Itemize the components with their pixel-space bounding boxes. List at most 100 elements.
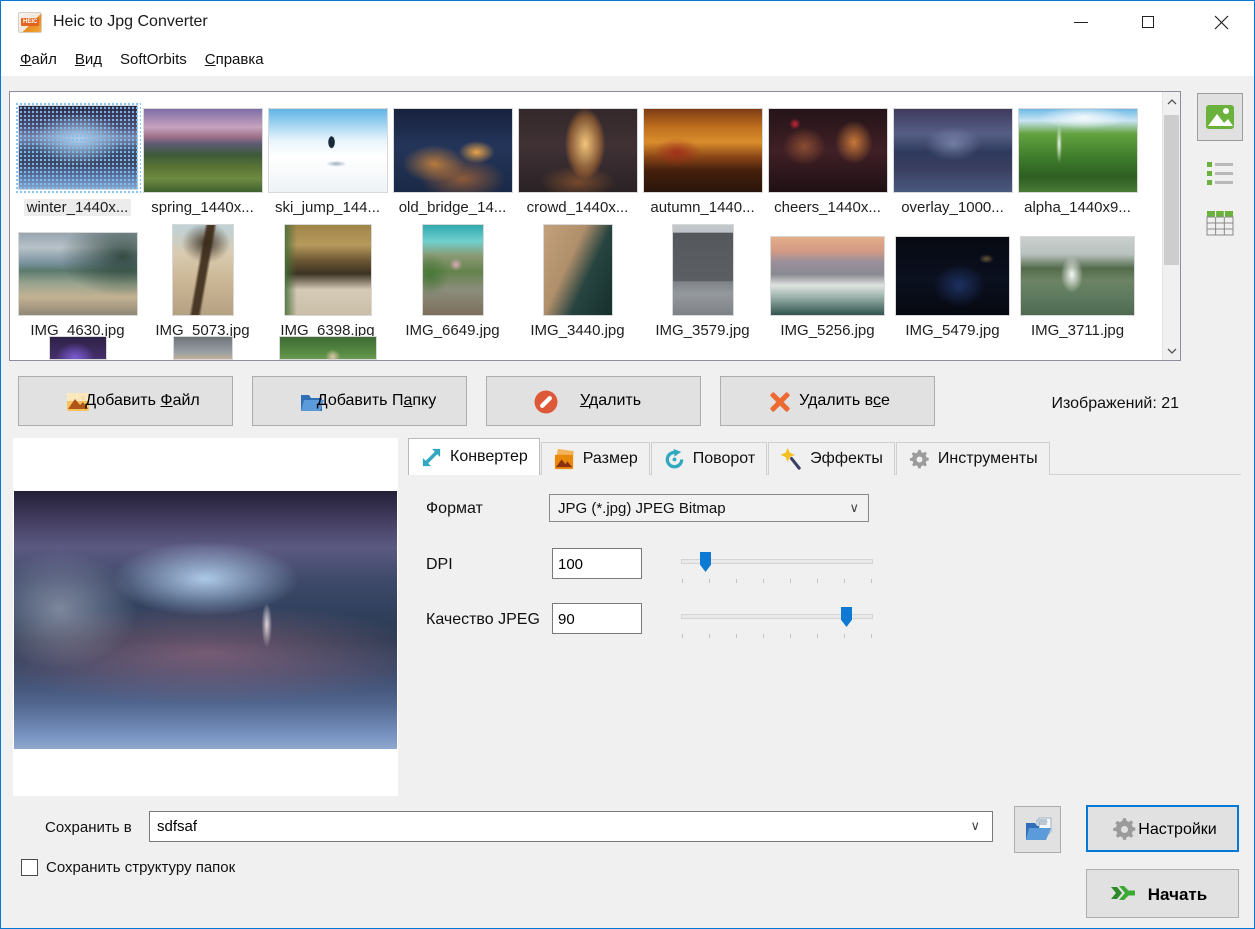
view-mode-column [1197,93,1245,241]
thumbnail [172,224,234,316]
thumbnail [279,336,377,360]
dpi-input[interactable] [552,548,642,579]
add-file-button[interactable]: Добавить Файл [18,376,233,426]
add-folder-label: Добавить Папку [253,392,466,410]
settings-label: Настройки [1118,821,1237,839]
list-view-button[interactable] [1197,155,1243,191]
list-item[interactable]: autumn_1440... [642,102,763,216]
file-name: IMG_5256.jpg [777,322,877,339]
tab-converter[interactable]: Конвертер [408,438,540,475]
rotate-icon [663,448,686,471]
menu-view[interactable]: Вид [66,47,111,72]
thumbnail [268,108,388,193]
thumbnail [173,336,233,360]
list-item[interactable]: IMG_5256.jpg [767,224,888,339]
dpi-slider[interactable] [681,552,873,584]
thumbnail [49,336,107,360]
menu-softorbits[interactable]: SoftOrbits [111,47,196,72]
thumbnail [18,105,138,190]
tab-rotate[interactable]: Поворот [651,442,767,475]
list-item[interactable]: IMG_3711.jpg [1017,224,1138,339]
list-item[interactable]: IMG_6398.jpg [267,224,388,339]
list-item[interactable]: IMG_5479.jpg [892,224,1013,339]
file-name: old_bridge_14... [396,199,510,216]
add-file-label: Добавить Файл [19,392,232,410]
quality-slider-thumb[interactable] [841,607,852,627]
file-name: IMG_5479.jpg [902,322,1002,339]
delete-all-button[interactable]: Удалить все [720,376,935,426]
delete-label: Удалить [487,392,700,410]
list-item[interactable]: ski_jump_144... [267,102,388,216]
tab-label: Эффекты [810,450,883,468]
vertical-scrollbar[interactable] [1162,92,1180,360]
open-folder-icon [1023,816,1053,844]
gear-icon [908,448,931,471]
list-item[interactable]: IMG_3579.jpg [642,224,763,339]
list-item[interactable] [267,336,388,360]
maximize-button[interactable] [1125,1,1171,43]
thumbnail-view-button[interactable] [1197,93,1243,141]
list-item[interactable]: old_bridge_14... [392,102,513,216]
list-item[interactable]: crowd_1440x... [517,102,638,216]
scroll-down-button[interactable] [1163,341,1181,360]
scrollbar-thumb[interactable] [1164,115,1179,265]
thumbnail [18,232,138,316]
tab-size[interactable]: Размер [541,442,650,475]
format-value: JPG (*.jpg) JPEG Bitmap [558,500,726,517]
menu-help[interactable]: Справка [196,47,273,72]
tab-tools[interactable]: Инструменты [896,442,1050,475]
list-item[interactable]: alpha_1440x9... [1017,102,1138,216]
file-name: autumn_1440... [647,199,757,216]
menu-file[interactable]: Файл [11,47,66,72]
keep-structure-label: Сохранить структуру папок [46,859,235,876]
format-select[interactable]: JPG (*.jpg) JPEG Bitmap ∨ [549,494,869,522]
save-path-combobox[interactable]: sdfsaf ∨ [149,811,993,842]
list-item-selected[interactable]: winter_1440x... [17,102,138,216]
quality-slider[interactable] [681,607,873,639]
preview-panel [13,438,398,796]
minimize-button[interactable] [1058,1,1104,43]
app-window: Heic to Jpg Converter Файл Вид SoftOrbit… [0,0,1255,929]
thumbnail [518,108,638,193]
list-item[interactable]: spring_1440x... [142,102,263,216]
close-button[interactable] [1198,1,1244,43]
thumbnail [143,108,263,193]
keep-structure-checkbox[interactable] [21,859,38,876]
thumbnail [643,108,763,193]
list-item[interactable]: IMG_4630.jpg [17,224,138,339]
list-item[interactable]: IMG_6649.jpg [392,224,513,339]
start-button[interactable]: Начать [1086,869,1239,918]
chevron-down-icon: ∨ [970,818,980,834]
list-item[interactable] [17,336,138,360]
thumbnail [893,108,1013,193]
convert-arrows-icon [420,446,443,469]
thumbnail [672,224,734,316]
delete-button[interactable]: Удалить [486,376,701,426]
thumbnail [1018,108,1138,193]
list-item[interactable]: cheers_1440x... [767,102,888,216]
dpi-slider-ticks [682,579,872,583]
file-name: crowd_1440x... [524,199,632,216]
settings-button[interactable]: Настройки [1086,805,1239,852]
list-item[interactable]: overlay_1000... [892,102,1013,216]
details-view-button[interactable] [1197,205,1243,241]
list-item[interactable]: IMG_3440.jpg [517,224,638,339]
maximize-icon [1142,16,1154,28]
file-name: IMG_3711.jpg [1028,322,1127,339]
dpi-slider-thumb[interactable] [700,552,711,572]
list-item[interactable] [142,336,263,360]
tab-label: Инструменты [938,450,1038,468]
add-folder-button[interactable]: Добавить Папку [252,376,467,426]
tab-bar: Конвертер Размер Поворот Эффекты [408,438,1051,475]
quality-input[interactable] [552,603,642,634]
thumbnail [393,108,513,193]
tab-effects[interactable]: Эффекты [768,442,895,475]
delete-all-label: Удалить все [721,392,934,410]
file-name: IMG_3440.jpg [527,322,627,339]
scroll-up-button[interactable] [1163,92,1181,111]
file-name: ski_jump_144... [272,199,383,216]
preview-image [14,491,397,749]
file-name: alpha_1440x9... [1021,199,1134,216]
list-item[interactable]: IMG_5073.jpg [142,224,263,339]
browse-folder-button[interactable] [1014,806,1061,853]
